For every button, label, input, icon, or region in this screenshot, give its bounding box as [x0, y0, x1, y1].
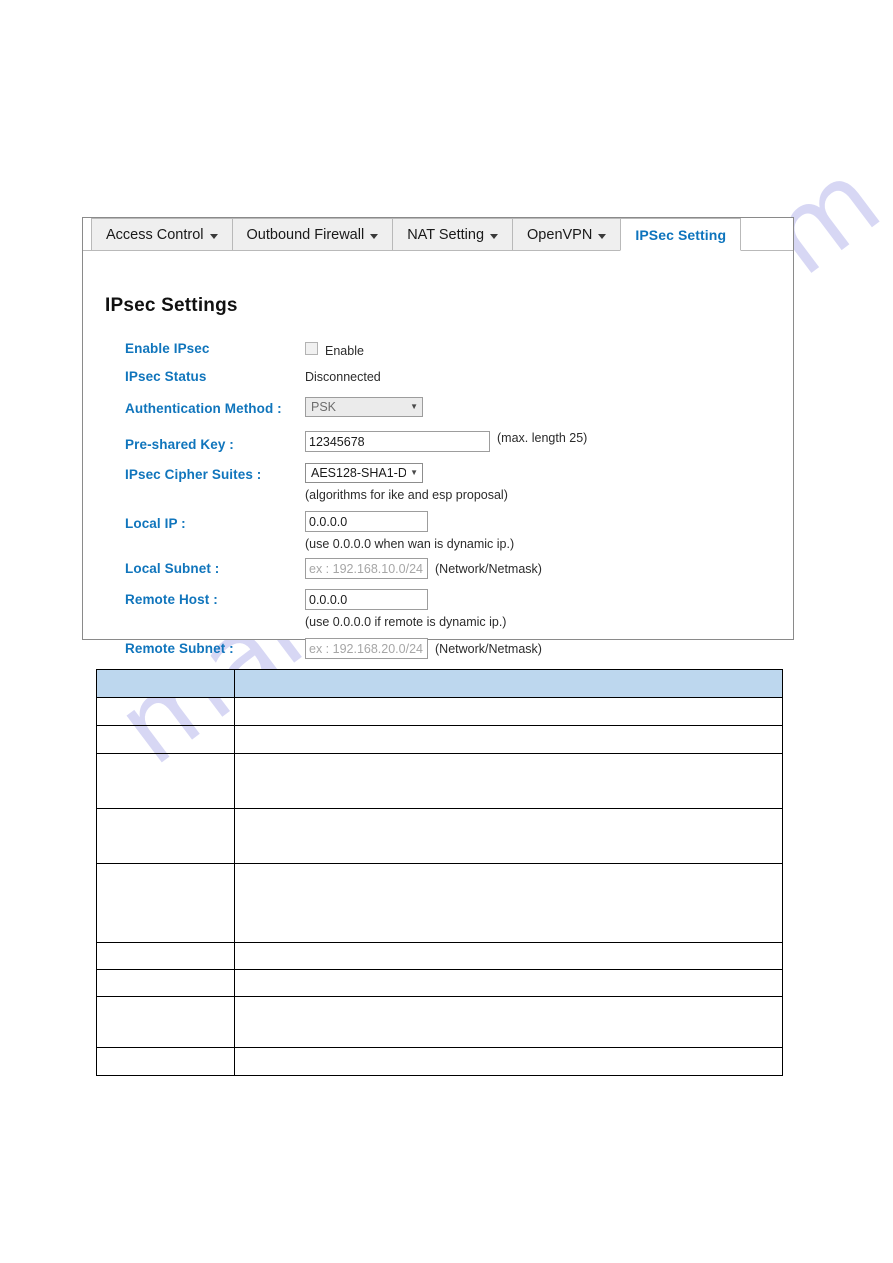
tab-label: IPSec Setting — [635, 226, 727, 243]
enable-ipsec-control: Enable — [305, 342, 364, 358]
tab-label: OpenVPN — [527, 226, 593, 243]
tab-label: Access Control — [106, 226, 204, 243]
table-row — [96, 753, 783, 809]
tab-openvpn[interactable]: OpenVPN — [512, 218, 622, 250]
local-ip-control — [305, 511, 428, 532]
table-header-cell-description — [234, 669, 783, 698]
pre-shared-key-input[interactable] — [305, 431, 490, 452]
table-row — [96, 697, 783, 726]
local-subnet-input[interactable] — [305, 558, 428, 579]
tab-ipsec-setting[interactable]: IPSec Setting — [620, 218, 742, 251]
table-row — [96, 969, 783, 997]
table-cell-description — [234, 942, 783, 970]
table-cell-description — [234, 697, 783, 726]
ipsec-status-value: Disconnected — [305, 370, 381, 384]
row-ipsec-status: IPsec Status Disconnected — [83, 369, 793, 397]
ipsec-status-control: Disconnected — [305, 370, 381, 384]
table-row — [96, 1047, 783, 1076]
local-subnet-label: Local Subnet : — [125, 561, 220, 576]
ipsec-status-label: IPsec Status — [125, 369, 207, 384]
table-cell-description — [234, 753, 783, 809]
chevron-down-icon — [370, 233, 379, 239]
table-row — [96, 863, 783, 943]
local-ip-label: Local IP : — [125, 516, 186, 531]
remote-host-label: Remote Host : — [125, 592, 218, 607]
local-ip-input[interactable] — [305, 511, 428, 532]
enable-ipsec-checkbox[interactable] — [305, 342, 318, 355]
row-ipsec-cipher-suites: IPsec Cipher Suites : AES128-SHA1-DH2 ▼ … — [83, 463, 793, 511]
remote-subnet-control: (Network/Netmask) — [305, 638, 542, 659]
chevron-down-icon — [209, 233, 218, 239]
table-row — [96, 996, 783, 1048]
ipsec-settings-panel: Access Control Outbound Firewall NAT Set… — [82, 217, 794, 659]
row-remote-subnet: Remote Subnet : (Network/Netmask) — [83, 638, 793, 668]
tab-label: NAT Setting — [407, 226, 485, 243]
local-subnet-note: (Network/Netmask) — [435, 561, 542, 576]
chevron-down-icon — [598, 233, 607, 239]
pre-shared-key-note: (max. length 25) — [497, 431, 588, 445]
table-row — [96, 808, 783, 864]
pre-shared-key-label: Pre-shared Key : — [125, 437, 234, 452]
chevron-down-icon: ▼ — [410, 468, 418, 477]
ipsec-form: Enable IPsec Enable IPsec Status Disconn… — [83, 341, 793, 668]
table-cell-name — [96, 808, 235, 864]
authentication-method-select[interactable]: PSK ▼ — [305, 397, 423, 417]
table-row — [96, 725, 783, 754]
remote-subnet-input[interactable] — [305, 638, 428, 659]
chevron-down-icon: ▼ — [410, 402, 418, 411]
row-pre-shared-key: Pre-shared Key : (max. length 25) — [83, 431, 793, 465]
table-cell-description — [234, 1047, 783, 1076]
table-cell-name — [96, 697, 235, 726]
table-cell-name — [96, 753, 235, 809]
remote-host-input[interactable] — [305, 589, 428, 610]
row-local-subnet: Local Subnet : (Network/Netmask) — [83, 558, 793, 589]
table-cell-description — [234, 969, 783, 997]
table-cell-name — [96, 725, 235, 754]
remote-host-note: (use 0.0.0.0 if remote is dynamic ip.) — [305, 615, 507, 629]
ipsec-cipher-suites-label: IPsec Cipher Suites : — [125, 467, 262, 482]
table-header-row — [96, 669, 783, 698]
ipsec-cipher-suites-value: AES128-SHA1-DH2 — [311, 466, 407, 480]
pre-shared-key-control: (max. length 25) — [305, 431, 625, 452]
ipsec-cipher-suites-control: AES128-SHA1-DH2 ▼ — [305, 463, 423, 483]
local-subnet-control: (Network/Netmask) — [305, 558, 542, 579]
local-ip-note: (use 0.0.0.0 when wan is dynamic ip.) — [305, 537, 515, 551]
table-cell-description — [234, 725, 783, 754]
table-cell-description — [234, 808, 783, 864]
tab-nat-setting[interactable]: NAT Setting — [392, 218, 514, 250]
row-local-ip: Local IP : (use 0.0.0.0 when wan is dyna… — [83, 511, 793, 558]
ipsec-cipher-suites-note: (algorithms for ike and esp proposal) — [305, 488, 508, 502]
table-cell-name — [96, 863, 235, 943]
tab-access-control[interactable]: Access Control — [91, 218, 233, 250]
authentication-method-control: PSK ▼ — [305, 397, 423, 417]
authentication-method-label: Authentication Method : — [125, 401, 282, 416]
navigation-tabs: Access Control Outbound Firewall NAT Set… — [83, 218, 793, 251]
ipsec-cipher-suites-select[interactable]: AES128-SHA1-DH2 ▼ — [305, 463, 423, 483]
remote-host-control — [305, 589, 428, 610]
row-authentication-method: Authentication Method : PSK ▼ — [83, 397, 793, 431]
table-cell-description — [234, 996, 783, 1048]
enable-ipsec-checkbox-label: Enable — [325, 344, 364, 358]
remote-subnet-label: Remote Subnet : — [125, 641, 234, 656]
table-cell-name — [96, 969, 235, 997]
table-cell-name — [96, 1047, 235, 1076]
table-cell-name — [96, 996, 235, 1048]
table-header-cell-name — [96, 669, 235, 698]
row-remote-host: Remote Host : (use 0.0.0.0 if remote is … — [83, 589, 793, 638]
table-cell-description — [234, 863, 783, 943]
tab-outbound-firewall[interactable]: Outbound Firewall — [231, 218, 394, 250]
row-enable-ipsec: Enable IPsec Enable — [83, 341, 793, 369]
chevron-down-icon — [490, 233, 499, 239]
page-title: IPsec Settings — [105, 295, 238, 316]
enable-ipsec-label: Enable IPsec — [125, 341, 210, 356]
remote-subnet-note: (Network/Netmask) — [435, 641, 542, 656]
field-description-table — [96, 669, 783, 1076]
authentication-method-value: PSK — [311, 400, 337, 414]
table-row — [96, 942, 783, 970]
tab-label: Outbound Firewall — [246, 226, 365, 243]
panel-body: IPsec Settings Enable IPsec Enable IPsec… — [83, 251, 793, 659]
table-cell-name — [96, 942, 235, 970]
description-table-body — [96, 669, 783, 1076]
